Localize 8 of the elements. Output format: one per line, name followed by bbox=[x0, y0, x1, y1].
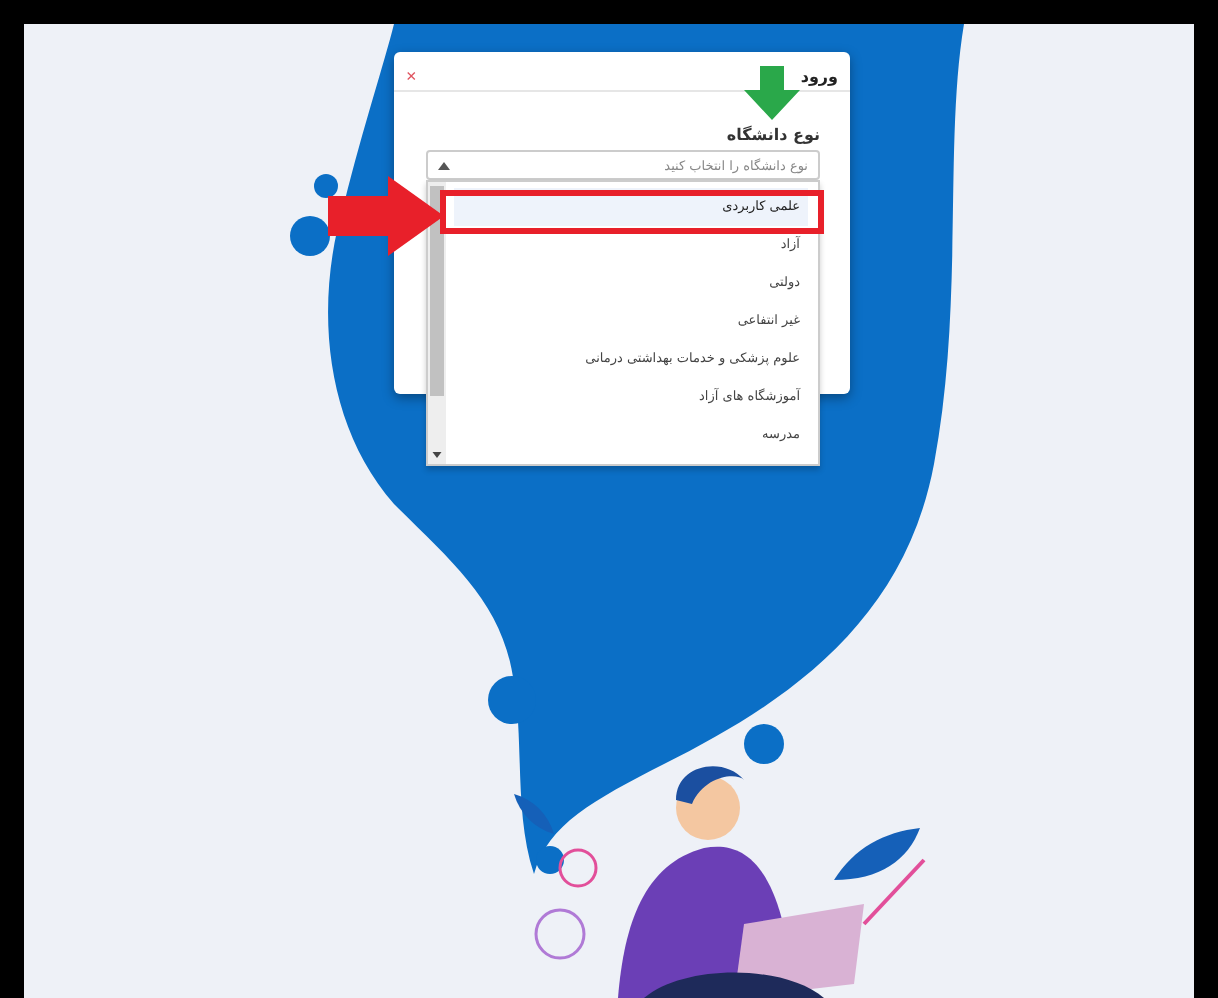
scroll-down-icon[interactable] bbox=[432, 452, 442, 458]
caret-icon bbox=[438, 161, 450, 169]
arrow-icon bbox=[328, 176, 444, 256]
close-button[interactable]: × bbox=[406, 67, 417, 85]
dialog-title: ورود bbox=[800, 67, 838, 85]
arrow-icon bbox=[744, 66, 800, 120]
scrollbar[interactable] bbox=[428, 182, 446, 464]
field-label: نوع دانشگاه bbox=[724, 126, 820, 144]
